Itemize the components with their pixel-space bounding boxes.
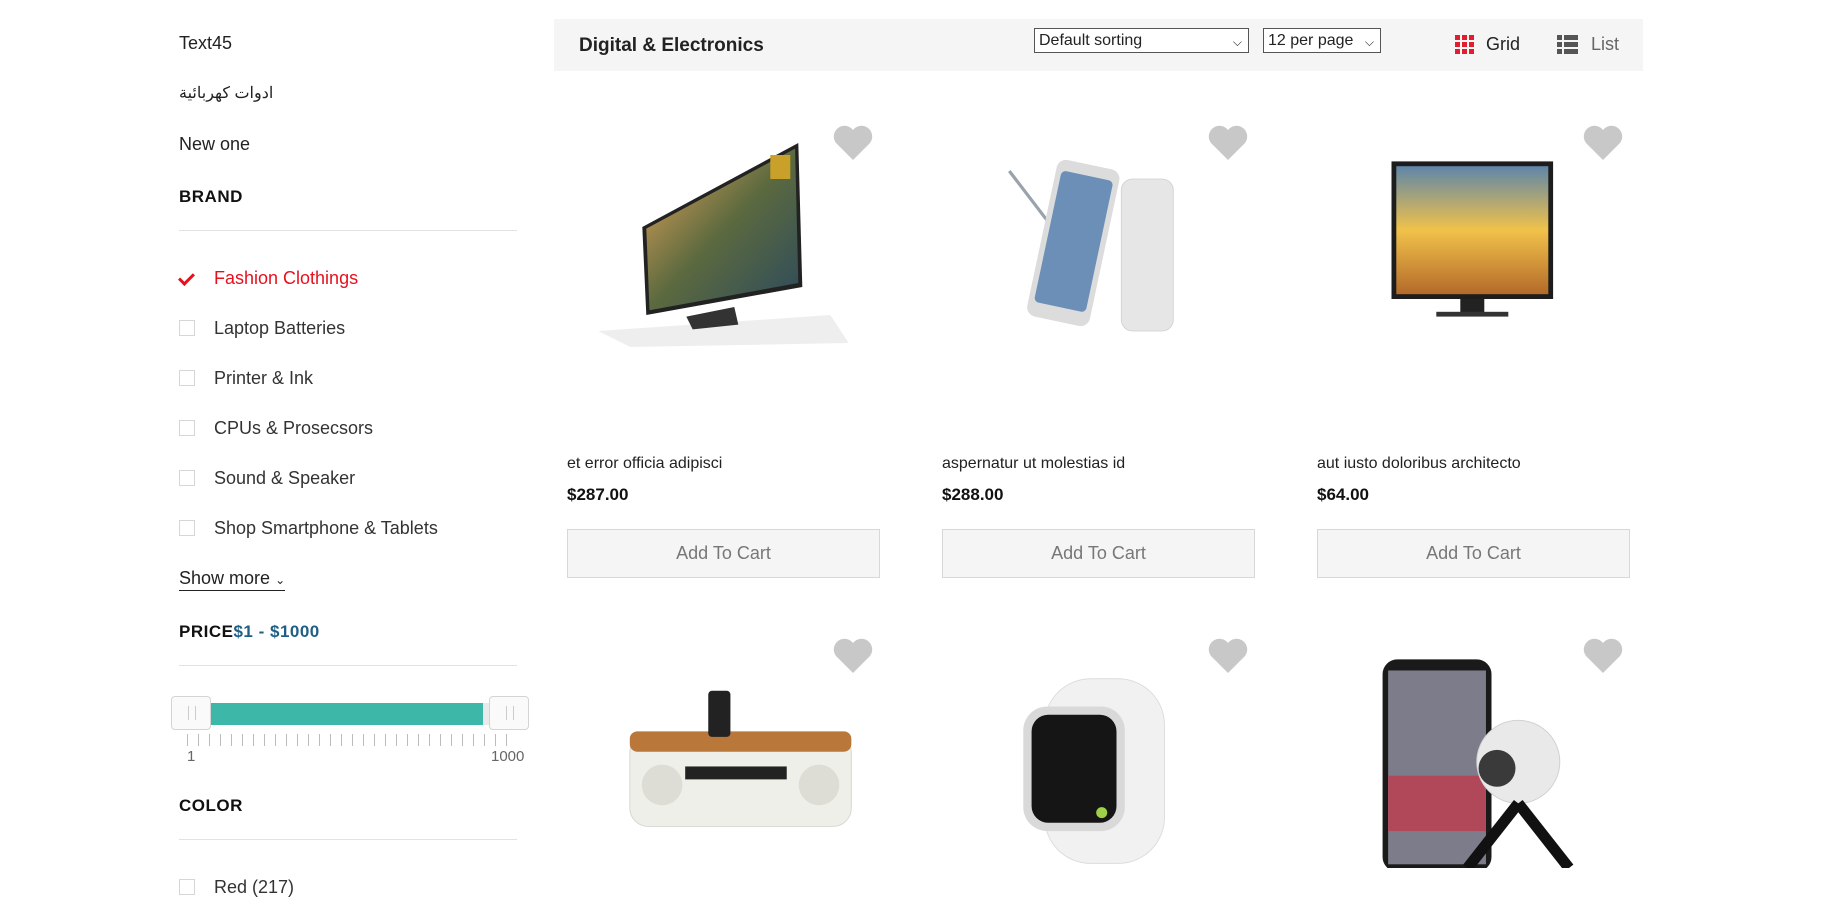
slider-min-handle[interactable] <box>171 696 211 730</box>
product-price: $64.00 <box>1317 485 1369 504</box>
list-label: List <box>1591 34 1620 54</box>
checkbox[interactable] <box>179 370 195 386</box>
slider-fill <box>193 703 483 725</box>
grid-view-toggle[interactable]: Grid <box>1455 34 1520 55</box>
show-more-label: Show more <box>179 568 271 588</box>
show-more-link[interactable]: Show more ⌄ <box>179 568 286 591</box>
product-name[interactable]: aut iusto doloribus architecto <box>1317 455 1521 473</box>
list-icon <box>1557 35 1578 54</box>
price-range-value: $1 - $1000 <box>233 622 320 641</box>
product-price: $288.00 <box>942 485 1004 504</box>
slider-max-handle[interactable] <box>489 696 529 730</box>
price-section-title: PRICE$1 - $1000 <box>179 622 320 642</box>
color-section-title: COLOR <box>179 796 243 815</box>
add-to-cart-button[interactable]: Add To Cart <box>567 529 880 578</box>
price-range-slider[interactable]: 1 1000 <box>165 696 535 776</box>
product-name[interactable]: et error officia adipisci <box>567 455 722 473</box>
brand-section-title: BRAND <box>179 187 243 206</box>
heart-icon[interactable] <box>1207 637 1249 675</box>
brand-label: CPUs & Prosecsors <box>214 417 374 438</box>
checkbox[interactable] <box>179 520 195 536</box>
chevron-down-icon: ⌵ <box>1364 35 1374 49</box>
category-link-new-one[interactable]: New one <box>179 134 250 155</box>
brand-label: Sound & Speaker <box>214 467 356 488</box>
brand-label: Printer & Ink <box>214 367 314 388</box>
slider-ticks <box>187 734 517 746</box>
price-divider <box>179 665 517 666</box>
category-link-electrical-tools[interactable]: ادوات كهربائية <box>179 83 273 103</box>
brand-label: Laptop Batteries <box>214 317 346 338</box>
sorting-value: Default sorting <box>1039 32 1143 49</box>
product-price: $287.00 <box>567 485 629 504</box>
color-label: Red (217) <box>214 876 295 897</box>
brand-filter-printer-ink[interactable]: Printer & Ink <box>179 367 313 389</box>
brand-label: Fashion Clothings <box>214 267 359 288</box>
category-link-text45[interactable]: Text45 <box>179 33 232 54</box>
grid-icon <box>1455 35 1474 54</box>
brand-filter-fashion-clothings[interactable]: Fashion Clothings <box>179 267 358 289</box>
heart-icon[interactable] <box>832 637 874 675</box>
brand-filter-smartphone-tablets[interactable]: Shop Smartphone & Tablets <box>179 517 438 539</box>
brand-filter-sound-speaker[interactable]: Sound & Speaker <box>179 467 355 489</box>
checkbox[interactable] <box>179 879 195 895</box>
brand-filter-laptop-batteries[interactable]: Laptop Batteries <box>179 317 345 339</box>
list-view-toggle[interactable]: List <box>1557 34 1619 55</box>
checkbox[interactable] <box>179 320 195 336</box>
add-to-cart-button[interactable]: Add To Cart <box>1317 529 1630 578</box>
chevron-down-icon: ⌵ <box>1232 35 1242 49</box>
chevron-down-icon: ⌄ <box>275 573 286 587</box>
color-filter-red[interactable]: Red (217) <box>179 876 294 898</box>
product-toolbar: Digital & Electronics Default sorting ⌵ … <box>554 19 1643 71</box>
category-title: Digital & Electronics <box>579 35 764 56</box>
checkbox[interactable] <box>179 470 195 486</box>
heart-icon[interactable] <box>1207 124 1249 162</box>
slider-max-label: 1000 <box>491 748 525 765</box>
color-divider <box>179 839 517 840</box>
price-title: PRICE <box>179 622 234 641</box>
grid-label: Grid <box>1486 34 1521 54</box>
product-name[interactable]: aspernatur ut molestias id <box>942 455 1125 473</box>
heart-icon[interactable] <box>832 124 874 162</box>
heart-icon[interactable] <box>1582 124 1624 162</box>
checkbox[interactable] <box>179 420 195 436</box>
brand-divider <box>179 230 517 231</box>
heart-icon[interactable] <box>1582 637 1624 675</box>
per-page-value: 12 per page <box>1268 32 1354 49</box>
add-to-cart-button[interactable]: Add To Cart <box>942 529 1255 578</box>
checkmark-icon[interactable] <box>179 270 195 286</box>
sorting-select[interactable]: Default sorting ⌵ <box>1034 28 1249 53</box>
per-page-select[interactable]: 12 per page ⌵ <box>1263 28 1381 53</box>
slider-min-label: 1 <box>187 748 196 765</box>
brand-filter-cpus[interactable]: CPUs & Prosecsors <box>179 417 373 439</box>
brand-label: Shop Smartphone & Tablets <box>214 517 438 538</box>
